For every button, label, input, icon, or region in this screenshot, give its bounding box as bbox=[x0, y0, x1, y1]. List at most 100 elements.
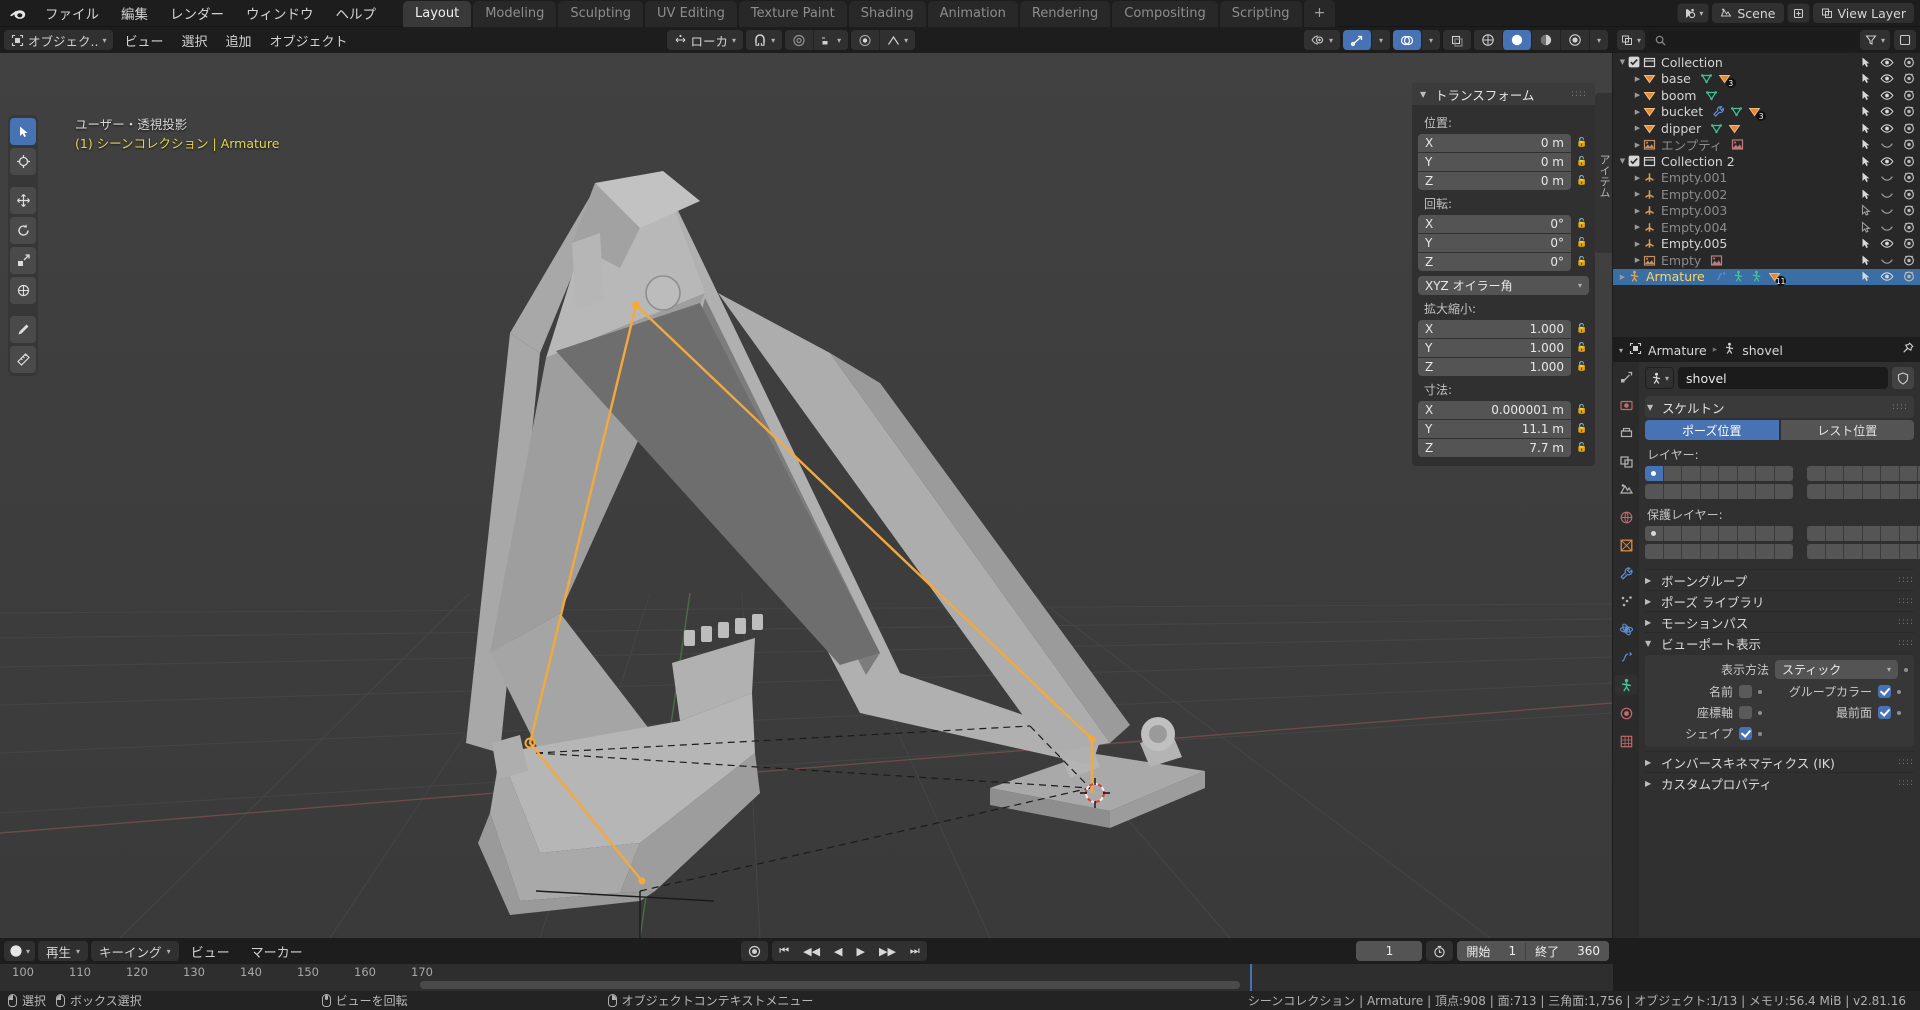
render-tab-icon[interactable] bbox=[1615, 395, 1637, 415]
overlays-group[interactable]: ▾ bbox=[1392, 30, 1440, 50]
eye-icon[interactable] bbox=[1880, 72, 1894, 85]
armature-name-field[interactable]: shovel bbox=[1678, 367, 1888, 389]
properties-section-0[interactable]: ▶ ボーングループ:::: bbox=[1645, 569, 1914, 590]
particles-tab-icon[interactable] bbox=[1615, 591, 1637, 611]
pose-position-button[interactable]: ポーズ位置 bbox=[1645, 420, 1779, 440]
panel-grip-icon[interactable]: :::: bbox=[1898, 596, 1914, 606]
outliner-disclosure-triangle[interactable]: ▶ bbox=[1632, 75, 1643, 83]
outliner-search-input[interactable] bbox=[1649, 30, 1856, 50]
armature-layer-cell[interactable] bbox=[1756, 526, 1775, 541]
jump-start-icon[interactable]: ⏮ bbox=[772, 941, 796, 961]
timeline-horizontal-scrollbar[interactable] bbox=[420, 981, 1240, 989]
armature-layers-right-row2[interactable] bbox=[1807, 484, 1920, 499]
outliner-row-empty-002[interactable]: ▶ Empty.002 bbox=[1613, 186, 1920, 203]
texture-tab-icon[interactable] bbox=[1615, 731, 1637, 751]
skeleton-panel-header[interactable]: ▼ スケルトン :::: bbox=[1645, 396, 1914, 418]
workspace-tab-rendering[interactable]: Rendering bbox=[1019, 0, 1111, 27]
timeline-view-menu[interactable]: ビュー bbox=[182, 940, 239, 963]
workspace-tab-scripting[interactable]: Scripting bbox=[1219, 0, 1302, 27]
physics-tab-icon[interactable] bbox=[1615, 619, 1637, 639]
armature-layer-cell[interactable] bbox=[1807, 466, 1826, 481]
restrict-select-icon[interactable] bbox=[1859, 254, 1872, 267]
eye-icon[interactable] bbox=[1880, 56, 1894, 69]
display-as-select[interactable]: スティック ▾ bbox=[1775, 660, 1898, 679]
object-tab-icon[interactable] bbox=[1615, 535, 1637, 555]
top-menu-0[interactable]: ファイル bbox=[34, 0, 110, 26]
dimensions-y-lock-icon[interactable]: 🔓 bbox=[1575, 424, 1589, 434]
outliner-filter-toggle[interactable] bbox=[1894, 30, 1916, 50]
xray-icon[interactable] bbox=[1443, 30, 1471, 50]
restrict-select-icon[interactable] bbox=[1859, 188, 1872, 201]
armature-layer-cell[interactable] bbox=[1881, 484, 1900, 499]
armature-layer-cell[interactable] bbox=[1737, 484, 1756, 499]
eye-icon[interactable] bbox=[1880, 237, 1894, 250]
viewport-item-sidetab[interactable]: アイテム bbox=[1595, 93, 1612, 253]
armature-layer-cell[interactable] bbox=[1756, 466, 1775, 481]
armature-layer-cell[interactable] bbox=[1719, 526, 1738, 541]
top-menu-3[interactable]: ウィンドウ bbox=[235, 0, 325, 26]
panel-grip-icon[interactable]: :::: bbox=[1892, 402, 1908, 412]
protected-layers-left-row2[interactable] bbox=[1645, 544, 1793, 559]
breadcrumb-object-label[interactable]: Armature bbox=[1648, 343, 1707, 358]
mode-selector-button[interactable]: オブジェク.. ▾ bbox=[4, 30, 113, 50]
armature-layer-cell[interactable] bbox=[1825, 544, 1844, 559]
armature-layer-cell[interactable] bbox=[1825, 526, 1844, 541]
outliner-data-badge[interactable] bbox=[1710, 254, 1723, 267]
workspace-tab-shading[interactable]: Shading bbox=[848, 0, 926, 27]
overlay-options-chevron-icon[interactable]: ▾ bbox=[1420, 30, 1440, 50]
panel-grip-icon[interactable]: :::: bbox=[1898, 757, 1914, 767]
shapes-checkbox[interactable] bbox=[1739, 727, 1752, 740]
viewport-menu-3[interactable]: オブジェクト bbox=[261, 29, 357, 52]
viewport-menu-1[interactable]: 選択 bbox=[172, 29, 216, 52]
armature-layer-cell[interactable] bbox=[1881, 526, 1900, 541]
armature-layer-cell[interactable] bbox=[1645, 544, 1664, 559]
restrict-select-icon[interactable] bbox=[1859, 270, 1872, 283]
location-y-field[interactable]: Y 0 m bbox=[1418, 153, 1571, 171]
outliner-data-badge[interactable] bbox=[1714, 270, 1727, 283]
eye-icon[interactable] bbox=[1880, 270, 1894, 283]
camera-restrict-icon[interactable] bbox=[1902, 89, 1916, 102]
restrict-select-off-icon[interactable] bbox=[1859, 221, 1872, 234]
collection-checkbox[interactable] bbox=[1628, 56, 1640, 68]
camera-restrict-icon[interactable] bbox=[1902, 204, 1916, 217]
armature-layer-cell[interactable] bbox=[1700, 484, 1719, 499]
armature-layer-cell[interactable] bbox=[1899, 484, 1918, 499]
armature-datablock-icon[interactable]: ▾ bbox=[1645, 367, 1675, 389]
new-scene-button[interactable] bbox=[1786, 3, 1810, 23]
proportional-editing-group[interactable]: ▾ bbox=[785, 30, 849, 50]
mode-selector[interactable]: オブジェク.. ▾ bbox=[4, 30, 114, 50]
panel-grip-icon[interactable]: :::: bbox=[1898, 638, 1914, 648]
armature-layer-cell[interactable] bbox=[1682, 466, 1701, 481]
rotate-tool[interactable] bbox=[10, 217, 36, 244]
solid-shading-icon[interactable] bbox=[1501, 30, 1531, 50]
camera-restrict-icon[interactable] bbox=[1902, 221, 1916, 234]
properties-section-2[interactable]: ▶ モーションパス:::: bbox=[1645, 611, 1914, 632]
armature-layer-cell[interactable] bbox=[1682, 544, 1701, 559]
armature-layer-cell[interactable] bbox=[1645, 466, 1664, 481]
restrict-select-icon[interactable] bbox=[1859, 138, 1872, 151]
wireframe-shading-icon[interactable] bbox=[1474, 30, 1502, 50]
armature-data-tab-icon[interactable] bbox=[1615, 675, 1637, 695]
end-frame-value[interactable]: 360 bbox=[1568, 944, 1609, 958]
armature-layers-right[interactable] bbox=[1807, 466, 1920, 481]
camera-restrict-icon[interactable] bbox=[1902, 56, 1916, 69]
outliner-row-エンプティ[interactable]: ▶ エンプティ bbox=[1613, 137, 1920, 153]
armature-layer-cell[interactable] bbox=[1700, 526, 1719, 541]
xray-toggle[interactable] bbox=[1442, 30, 1471, 50]
magnet-icon[interactable]: ▾ bbox=[746, 30, 782, 50]
restrict-select-icon[interactable] bbox=[1859, 105, 1872, 118]
visibility-selector[interactable]: ▾ bbox=[1303, 30, 1340, 50]
rotation-x-field[interactable]: X 0° bbox=[1418, 215, 1571, 233]
scale-x-field[interactable]: X 1.000 bbox=[1418, 320, 1571, 338]
eye-icon[interactable] bbox=[1880, 89, 1894, 102]
view-layer-tab-icon[interactable] bbox=[1615, 451, 1637, 471]
properties-section-1[interactable]: ▶ ポーズ ライブラリ:::: bbox=[1645, 590, 1914, 611]
dimensions-y-field[interactable]: Y 11.1 m bbox=[1418, 420, 1571, 438]
outliner-data-badge[interactable] bbox=[1710, 122, 1723, 135]
armature-layer-cell[interactable] bbox=[1682, 484, 1701, 499]
restrict-select-icon[interactable] bbox=[1859, 56, 1872, 69]
armature-layer-cell[interactable] bbox=[1881, 544, 1900, 559]
properties-editor-type-icon[interactable]: ▾ bbox=[1619, 346, 1623, 355]
shading-modes[interactable]: ▾ bbox=[1473, 30, 1608, 50]
rotation-z-lock-icon[interactable]: 🔓 bbox=[1575, 257, 1589, 267]
